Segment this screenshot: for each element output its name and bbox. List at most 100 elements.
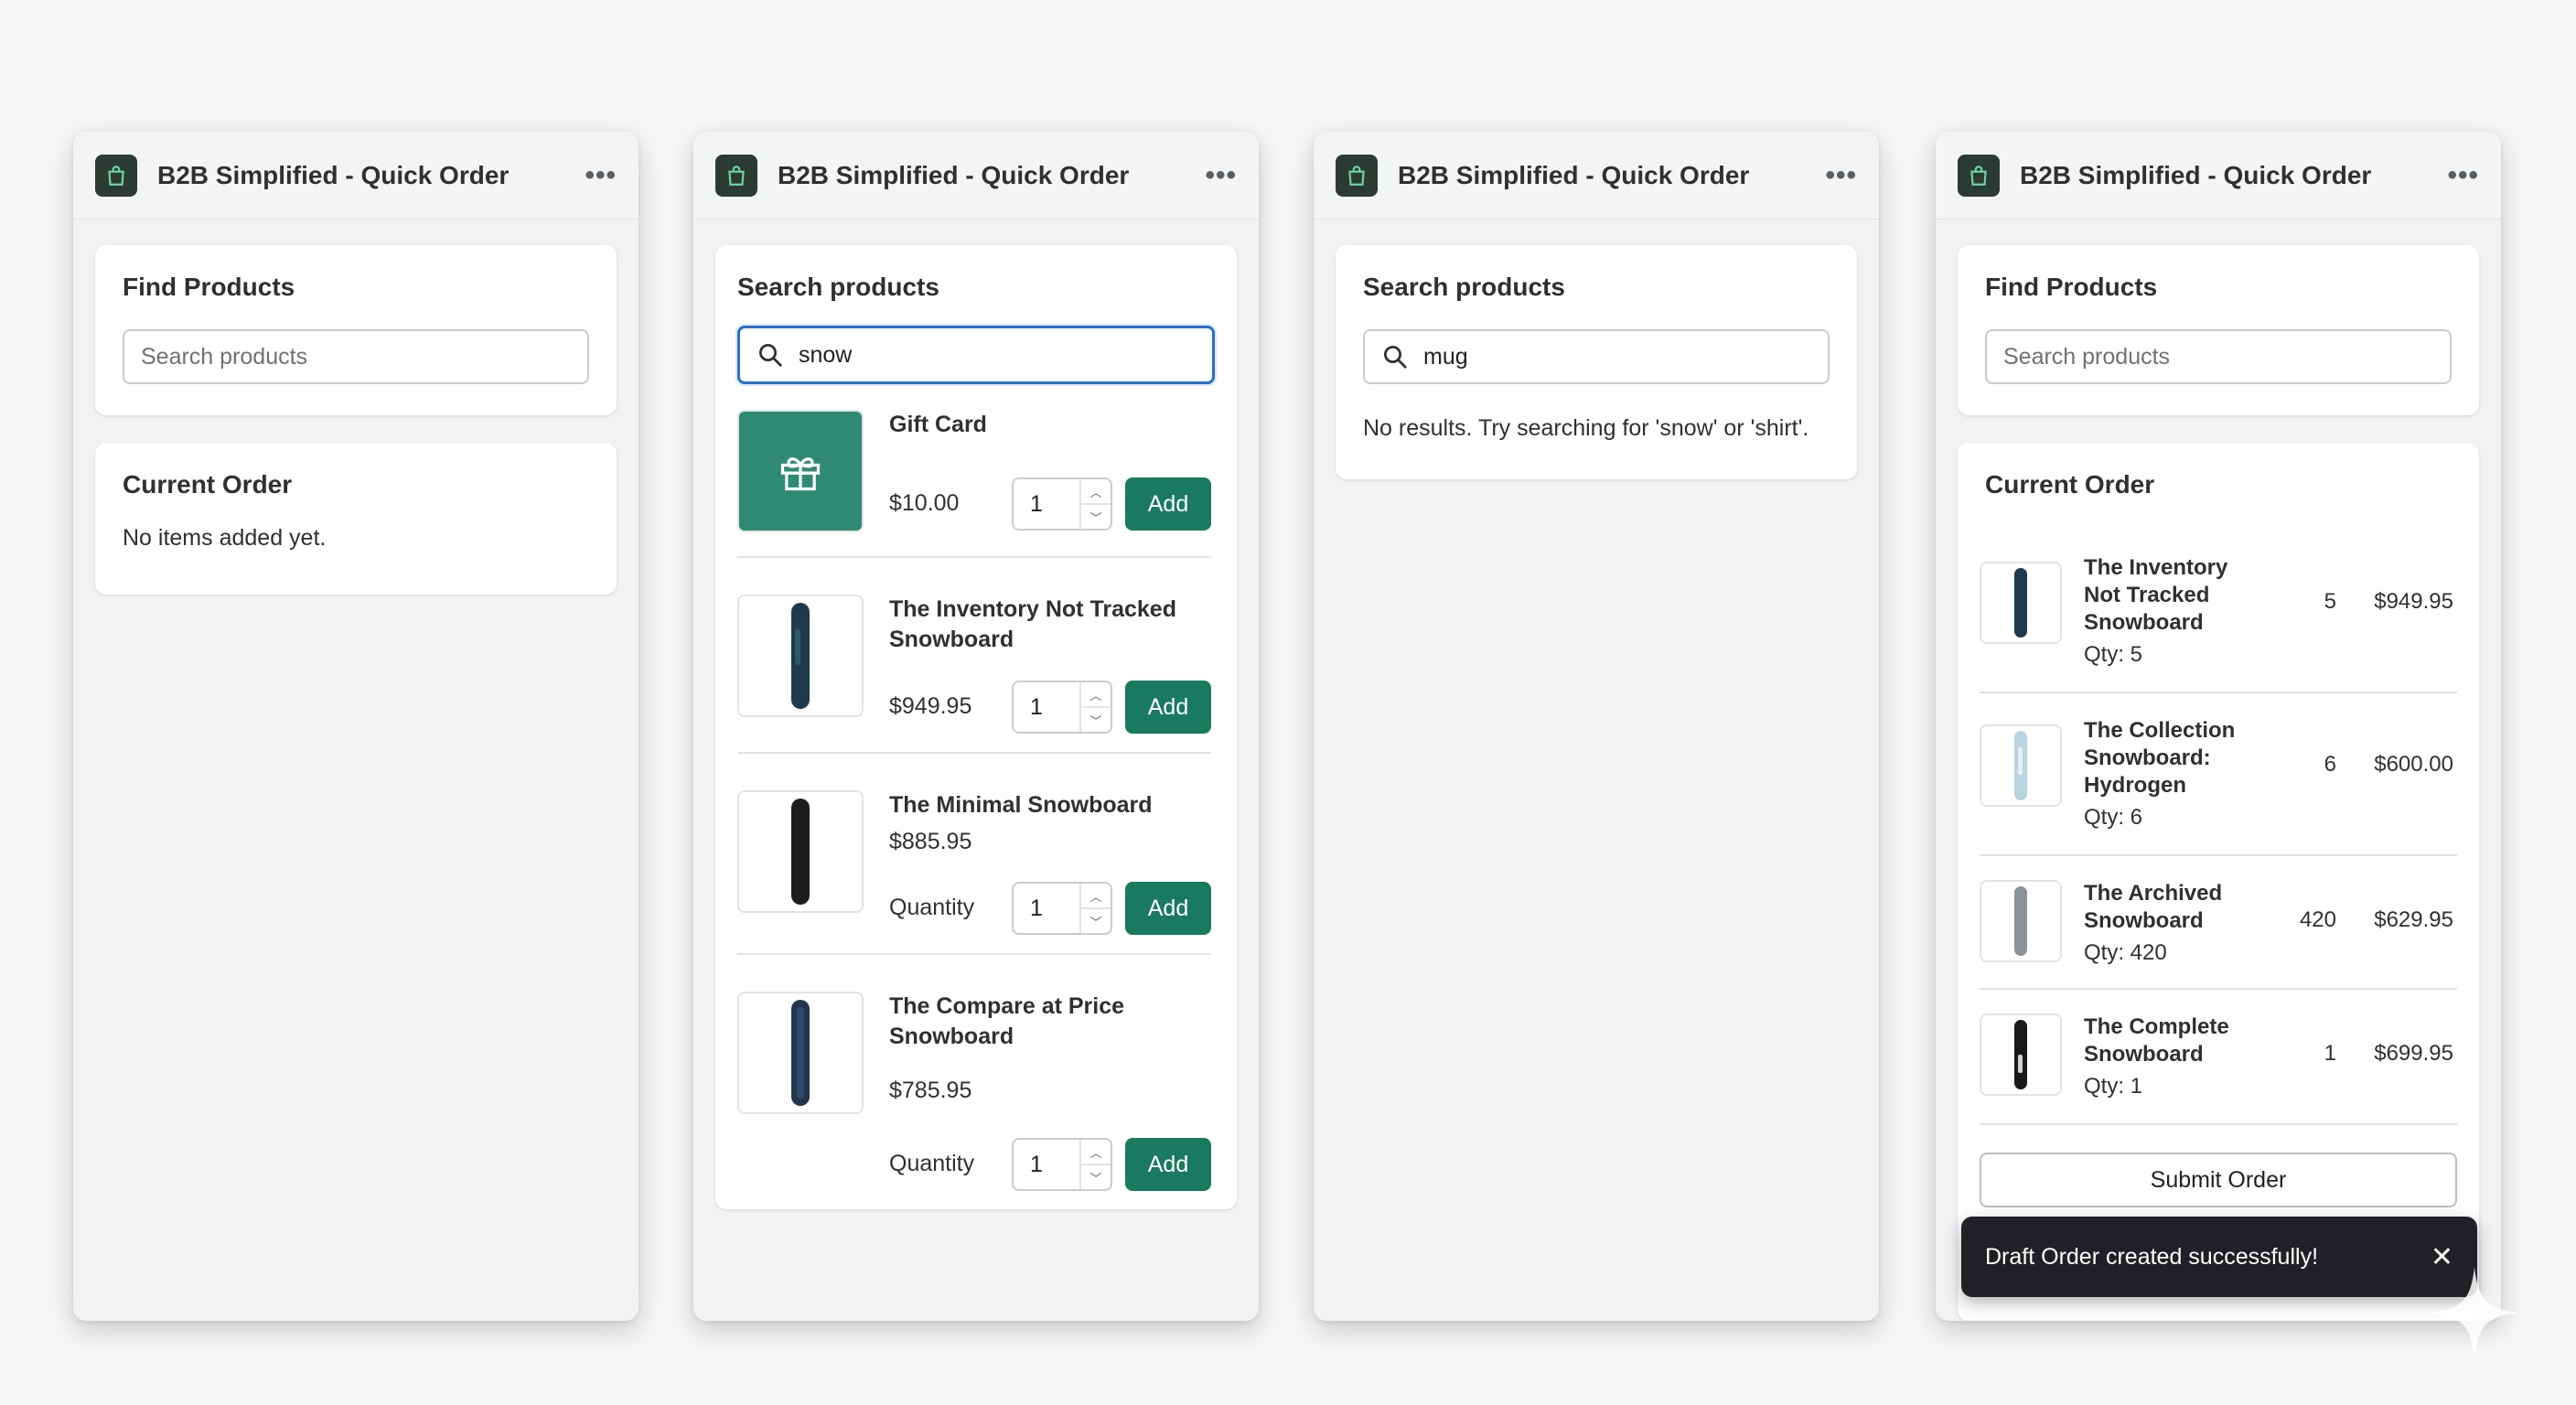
quantity-stepper[interactable]: 1 ︿ ﹀ [1012, 477, 1112, 531]
more-horizontal-icon[interactable]: ••• [1205, 161, 1237, 189]
quantity-stepper[interactable]: 1 ︿ ﹀ [1012, 882, 1112, 935]
search-result-item: The Compare at Price Snowboard $785.95 Q… [737, 992, 1211, 1191]
search-input-wrapper [123, 329, 589, 384]
divider [737, 556, 1211, 558]
order-item-qty-label: Qty: 1 [2084, 1074, 2143, 1099]
order-item-name: The Inventory Not Tracked Snowboard [2084, 555, 2228, 635]
order-line-item: The Archived Snowboard Qty: 420 420 $629… [1980, 880, 2453, 981]
snowboard-light-icon [1980, 724, 2062, 807]
current-order-card: Current Order The Inventory Not Tracked … [1958, 443, 2479, 1321]
order-line-item: The Collection Snowboard: Hydrogen Qty: … [1980, 717, 2453, 836]
search-input-wrapper [1985, 329, 2452, 384]
divider [1980, 1123, 2457, 1125]
quick-order-panel-order: B2B Simplified - Quick Order ••• Find Pr… [1936, 132, 2501, 1321]
shopping-bag-icon [715, 154, 757, 197]
product-price: $949.95 [889, 693, 972, 719]
product-price: $885.95 [889, 829, 972, 854]
divider [737, 953, 1211, 955]
order-line-item: The Complete Snowboard Qty: 1 1 $699.95 [1980, 1014, 2453, 1114]
more-horizontal-icon[interactable]: ••• [2447, 161, 2479, 189]
card-title: Search products [1363, 273, 1565, 301]
order-item-qty-label: Qty: 6 [2084, 805, 2143, 830]
quantity-label: Quantity [889, 1151, 975, 1176]
quantity-stepper[interactable]: 1 ︿ ﹀ [1012, 681, 1112, 734]
product-price: $785.95 [889, 1078, 972, 1103]
chevron-down-icon[interactable]: ﹀ [1081, 503, 1111, 529]
order-item-qty-label: Qty: 5 [2084, 642, 2143, 667]
order-line-item: The Inventory Not Tracked Snowboard Qty:… [1980, 554, 2453, 673]
order-item-name: The Complete Snowboard [2084, 1014, 2229, 1067]
chevron-up-icon[interactable]: ︿ [1081, 884, 1111, 907]
order-item-total: $699.95 [2374, 1041, 2453, 1066]
add-button[interactable]: Add [1125, 681, 1211, 734]
snowboard-navy-icon [737, 992, 864, 1114]
quantity-stepper[interactable]: 1 ︿ ﹀ [1012, 1138, 1112, 1191]
card-title: Current Order [123, 470, 293, 499]
add-button[interactable]: Add [1125, 477, 1211, 531]
search-input[interactable] [799, 341, 1196, 369]
panel-header: B2B Simplified - Quick Order ••• [1314, 132, 1879, 220]
quantity-value[interactable]: 1 [1014, 694, 1079, 721]
add-button[interactable]: Add [1125, 882, 1211, 935]
product-name: The Minimal Snowboard [889, 792, 1153, 818]
chevron-down-icon[interactable]: ﹀ [1081, 706, 1111, 732]
search-input[interactable] [2003, 343, 2433, 370]
card-title: Find Products [123, 273, 295, 301]
search-results-card: Search products Gift Card $10.00 1 ︿﹀ Ad… [715, 245, 1237, 1209]
snowboard-black-icon [737, 790, 864, 913]
add-button[interactable]: Add [1125, 1138, 1211, 1191]
quantity-value[interactable]: 1 [1014, 491, 1079, 518]
shopping-bag-icon [95, 154, 137, 197]
chevron-up-icon[interactable]: ︿ [1081, 479, 1111, 503]
sparkle-icon [2429, 1267, 2520, 1358]
search-result-item: The Inventory Not Tracked Snowboard $949… [737, 595, 1211, 741]
empty-order-text: No items added yet. [123, 525, 327, 551]
chevron-up-icon[interactable]: ︿ [1081, 682, 1111, 706]
more-horizontal-icon[interactable]: ••• [1825, 161, 1857, 189]
shopping-bag-icon [1336, 154, 1378, 197]
find-products-card: Find Products [1958, 245, 2479, 415]
search-icon [759, 344, 782, 367]
search-input[interactable] [1423, 343, 1811, 370]
submit-order-button[interactable]: Submit Order [1980, 1153, 2457, 1207]
gift-icon [737, 410, 864, 532]
chevron-down-icon[interactable]: ﹀ [1081, 1164, 1111, 1189]
quantity-value[interactable]: 1 [1014, 1152, 1079, 1178]
quick-order-panel-empty: B2B Simplified - Quick Order ••• Find Pr… [73, 132, 639, 1321]
divider [1980, 692, 2457, 693]
more-horizontal-icon[interactable]: ••• [585, 161, 617, 189]
search-result-item: The Minimal Snowboard $885.95 Quantity 1… [737, 790, 1211, 937]
app-title: B2B Simplified - Quick Order [157, 160, 510, 189]
chevron-up-icon[interactable]: ︿ [1081, 1140, 1111, 1164]
panel-header: B2B Simplified - Quick Order ••• [693, 132, 1259, 220]
order-item-qty: 5 [2324, 589, 2336, 614]
chevron-down-icon[interactable]: ﹀ [1081, 907, 1111, 933]
product-name: The Compare at Price Snowboard [889, 993, 1125, 1049]
search-icon [1384, 346, 1407, 369]
divider [1980, 988, 2457, 990]
panel-header: B2B Simplified - Quick Order ••• [1936, 132, 2501, 220]
app-title: B2B Simplified - Quick Order [778, 160, 1130, 189]
quantity-label: Quantity [889, 895, 975, 920]
shopping-bag-icon [1958, 154, 2000, 197]
order-item-name: The Collection Snowboard: Hydrogen [2084, 718, 2236, 798]
search-card: Search products No results. Try searchin… [1336, 245, 1857, 479]
product-name: Gift Card [889, 412, 987, 437]
search-input[interactable] [141, 343, 571, 370]
quick-order-panel-search: B2B Simplified - Quick Order ••• Search … [693, 132, 1259, 1321]
no-results-text: No results. Try searching for 'snow' or … [1363, 415, 1809, 441]
divider [1980, 854, 2457, 856]
card-title: Find Products [1985, 273, 2158, 301]
quantity-value[interactable]: 1 [1014, 896, 1079, 922]
order-item-total: $600.00 [2374, 752, 2453, 777]
app-title: B2B Simplified - Quick Order [2020, 160, 2372, 189]
order-item-qty: 1 [2324, 1041, 2336, 1066]
divider [737, 752, 1211, 754]
quick-order-panel-no-results: B2B Simplified - Quick Order ••• Search … [1314, 132, 1879, 1321]
search-input-wrapper [737, 326, 1215, 384]
toast-notification: Draft Order created successfully! ✕ [1961, 1217, 2477, 1297]
panel-header: B2B Simplified - Quick Order ••• [73, 132, 639, 220]
snowboard-blue-icon [737, 595, 864, 717]
order-item-qty: 6 [2324, 752, 2336, 777]
order-item-total: $949.95 [2374, 589, 2453, 614]
